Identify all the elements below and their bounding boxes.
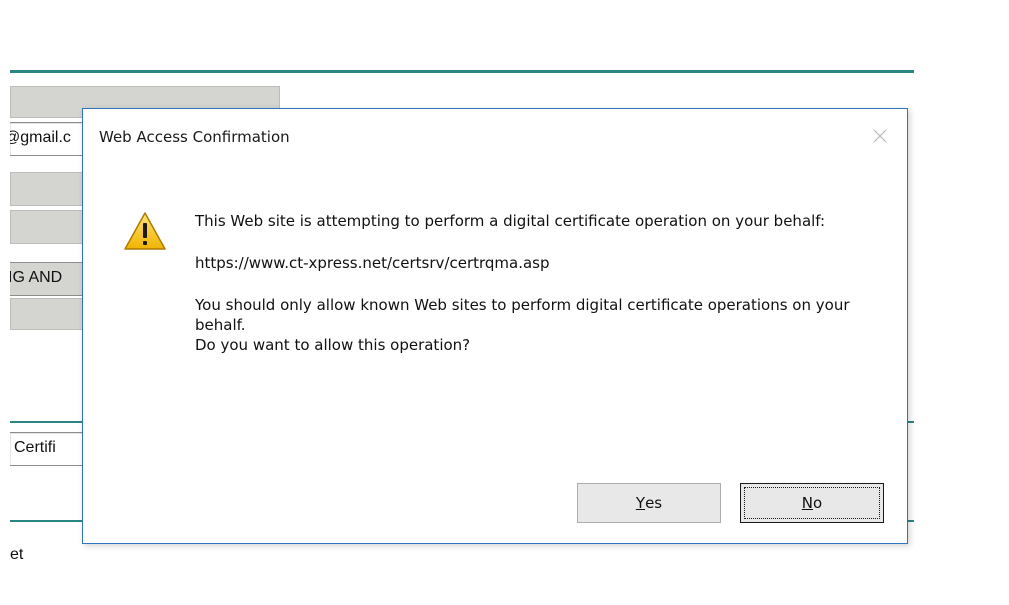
dialog-titlebar[interactable]: Web Access Confirmation	[83, 109, 907, 165]
section-divider	[10, 70, 914, 73]
close-icon-glyph	[873, 129, 887, 143]
page: @gmail.c IG AND i Certifi et Web Access …	[0, 0, 1009, 605]
yes-button-mnemonic: Y	[635, 494, 646, 512]
no-button[interactable]: No	[740, 483, 884, 523]
web-access-confirmation-dialog: Web Access Confirmation This Web site is…	[82, 108, 908, 544]
message-question: Do you want to allow this operation?	[195, 336, 471, 354]
message-advice-text: You should only allow known Web sites to…	[195, 296, 850, 334]
yes-button[interactable]: Yes	[577, 483, 721, 523]
no-button-mnemonic: N	[801, 494, 814, 512]
message-url: https://www.ct-xpress.net/certsrv/certrq…	[195, 254, 550, 272]
message-advice: You should only allow known Web sites to…	[195, 295, 855, 355]
message-intro: This Web site is attempting to perform a…	[195, 212, 826, 230]
dialog-message: This Web site is attempting to perform a…	[195, 211, 855, 355]
yes-button-label: es	[645, 494, 663, 512]
email-field-text: @gmail.c	[10, 129, 71, 146]
warning-icon	[123, 211, 167, 251]
close-icon[interactable]	[867, 123, 893, 149]
business-field-text: IG AND	[10, 269, 63, 286]
footer-text: et	[10, 546, 24, 563]
no-button-label: o	[813, 494, 823, 512]
dialog-title: Web Access Confirmation	[99, 128, 290, 146]
certificate-field-text: i Certifi	[10, 439, 56, 456]
